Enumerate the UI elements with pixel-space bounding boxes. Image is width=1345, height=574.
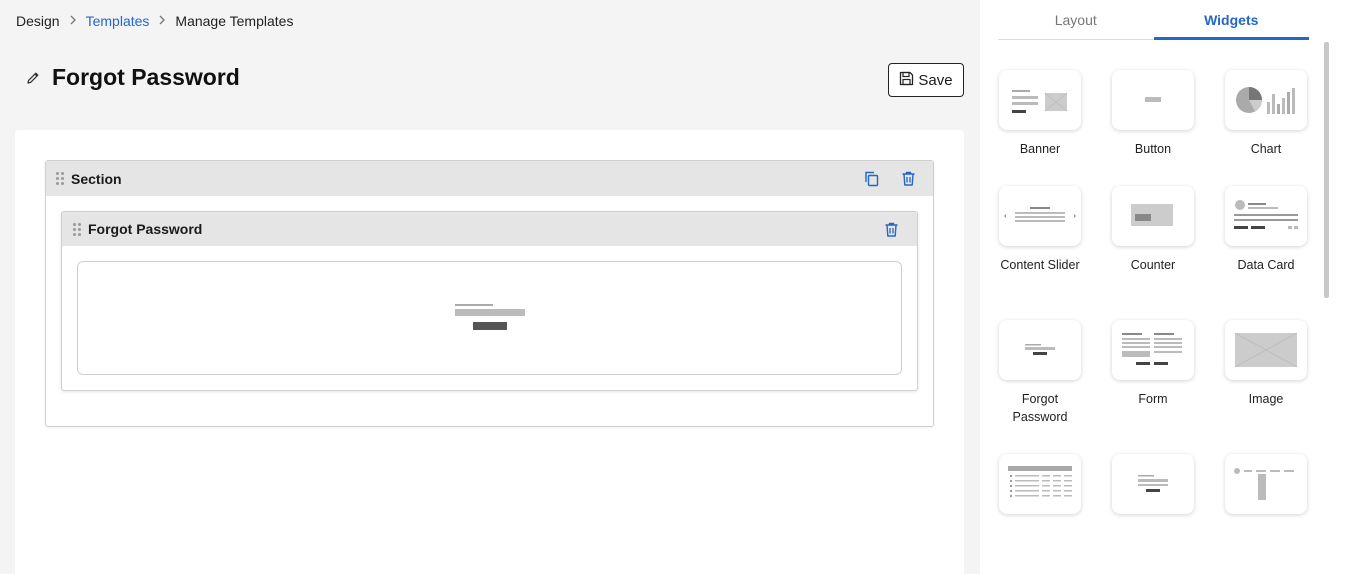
trash-icon[interactable] [900,170,917,187]
widget-card-data-card[interactable]: Data Card [1225,186,1309,274]
widget-card-banner[interactable]: Banner [999,70,1083,158]
forgot-password-icon [999,320,1081,380]
forgot-password-widget[interactable]: Forgot Password [61,211,918,391]
widget-label: Image [1248,392,1284,406]
widget-card-counter[interactable]: Counter [1112,186,1196,274]
widget-header: Forgot Password [62,212,917,246]
widget-label: Forgot Password [1012,392,1068,424]
button-icon [1112,70,1194,130]
section-title: Section [71,170,122,187]
widget-label: Banner [1019,142,1061,156]
chevron-right-icon [69,14,77,28]
widget-card-form[interactable]: Form [1112,320,1196,408]
image-icon [1225,320,1307,380]
panel-tabs: Layout Widgets [998,0,1309,40]
banner-icon [999,70,1081,130]
form-icon [1112,320,1194,380]
widget-card-chart[interactable]: Chart [1225,70,1309,158]
widget-title: Forgot Password [88,221,203,237]
table-icon [999,454,1081,514]
forgot-password-preview-icon [455,304,527,332]
widget-card-login[interactable] [1112,454,1196,524]
pencil-icon[interactable] [24,69,42,87]
login-icon [1112,454,1194,514]
breadcrumb-current: Manage Templates [175,13,294,29]
widgets-panel: Layout Widgets Banner Button Chart Conte… [980,0,1345,574]
chart-icon [1225,70,1307,130]
widget-label: Data Card [1237,258,1295,272]
tab-layout[interactable]: Layout [998,0,1154,39]
widget-preview[interactable] [77,261,902,375]
widget-label: Content Slider [1000,258,1080,272]
title-row: Forgot Password [24,64,240,91]
data-card-icon [1225,186,1307,246]
editor-area: Design Templates Manage Templates Forgot… [0,0,980,574]
widget-card-forgot-password[interactable]: Forgot Password [999,320,1083,426]
section-container[interactable]: Section Forgot Password [45,160,934,427]
widget-label: Chart [1250,142,1282,156]
widget-label: Button [1134,142,1172,156]
counter-icon [1112,186,1194,246]
panel-scrollbar[interactable] [1324,42,1329,298]
widget-label: Form [1138,392,1168,406]
template-canvas: Section Forgot Password [15,130,964,574]
breadcrumb-design[interactable]: Design [16,13,60,29]
breadcrumb-templates[interactable]: Templates [86,13,150,29]
copy-icon[interactable] [863,170,880,187]
widget-card-menu[interactable] [1225,454,1309,524]
tab-widgets[interactable]: Widgets [1153,0,1310,40]
page-title: Forgot Password [52,64,240,90]
drag-handle-icon[interactable] [56,172,64,185]
menu-icon [1225,454,1307,514]
save-label: Save [918,71,953,89]
widget-card-content-slider[interactable]: Content Slider [999,186,1083,274]
widget-card-button[interactable]: Button [1112,70,1196,158]
section-header: Section [46,161,933,196]
trash-icon[interactable] [883,221,900,238]
chevron-right-icon [158,14,166,28]
save-button[interactable]: Save [888,63,964,97]
drag-handle-icon[interactable] [73,222,81,236]
widget-card-table[interactable] [999,454,1083,524]
widget-label: Counter [1130,258,1176,272]
content-slider-icon [999,186,1081,246]
floppy-disk-icon [899,71,914,90]
breadcrumb: Design Templates Manage Templates [16,13,293,29]
widget-card-image[interactable]: Image [1225,320,1309,408]
